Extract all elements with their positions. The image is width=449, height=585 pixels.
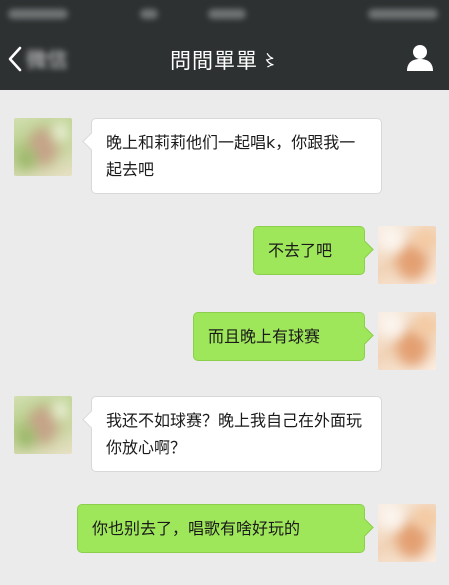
message-text: 不去了吧 xyxy=(268,241,333,260)
message-text: 我还不如球赛？晚上我自己在外面玩你放心啊？ xyxy=(106,411,363,457)
my-avatar[interactable] xyxy=(378,312,436,370)
status-bar xyxy=(0,0,449,28)
outgoing-message-bubble[interactable]: 你也别去了，唱歌有啥好玩的 xyxy=(77,504,365,553)
contact-avatar[interactable] xyxy=(14,396,72,454)
message-text: 晚上和莉莉他们一起唱k，你跟我一起去吧 xyxy=(106,133,356,179)
network-indicator xyxy=(140,9,158,19)
person-icon xyxy=(407,45,433,71)
chat-title-text: 問間單單 xyxy=(169,49,258,73)
outgoing-message-bubble[interactable]: 而且晚上有球赛 xyxy=(193,312,365,361)
signal-indicator xyxy=(8,9,68,19)
outgoing-message-bubble[interactable]: 不去了吧 xyxy=(253,226,365,275)
message-text: 你也别去了，唱歌有啥好玩的 xyxy=(92,519,301,538)
incoming-message-bubble[interactable]: 晚上和莉莉他们一起唱k，你跟我一起去吧 xyxy=(91,118,382,194)
chat-title: 問間單單〻 xyxy=(0,45,449,75)
contact-avatar[interactable] xyxy=(14,118,72,176)
nav-bar: 微信 問間單單〻 xyxy=(0,28,449,90)
title-mark: 〻 xyxy=(261,51,279,70)
incoming-message-bubble[interactable]: 我还不如球赛？晚上我自己在外面玩你放心啊？ xyxy=(91,396,382,472)
battery-indicator xyxy=(368,9,438,19)
message-text: 而且晚上有球赛 xyxy=(208,327,321,346)
my-avatar[interactable] xyxy=(378,504,436,562)
my-avatar[interactable] xyxy=(378,226,436,284)
message-list[interactable]: 晚上和莉莉他们一起唱k，你跟我一起去吧 不去了吧 而且晚上有球赛 我还不如球赛？… xyxy=(0,90,449,585)
clock-indicator xyxy=(208,9,246,19)
chat-info-button[interactable] xyxy=(405,43,435,73)
